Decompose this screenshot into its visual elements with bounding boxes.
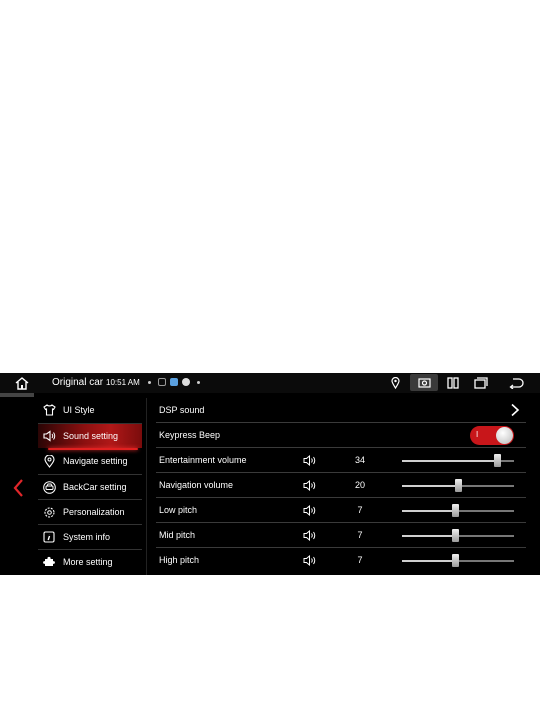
location-icon [391,377,400,389]
speaker-icon [303,555,316,566]
navigation-volume-row: Navigation volume 20 [150,473,526,498]
status-bar: Original car 10:51 AM [0,373,540,393]
dsp-sound-row[interactable]: DSP sound [150,398,526,423]
navigation-volume-slider[interactable] [402,479,514,492]
slider-label: High pitch [159,555,200,565]
menu-item-backcar-setting[interactable]: BackCar setting [38,475,142,499]
dsp-sound-label: DSP sound [159,405,205,415]
bluetooth-icon [182,378,190,386]
menu-label: Sound setting [63,431,119,441]
speaker-icon [42,429,56,443]
settings-menu: UI Style Sound setting Navigate setting … [38,398,142,575]
car-icon [42,480,56,494]
camera-icon [418,378,431,388]
recent-apps-icon[interactable] [474,377,488,389]
menu-label: Navigate setting [63,456,128,466]
slider-label: Navigation volume [159,480,234,490]
slider-label: Entertainment volume [159,455,247,465]
keypress-beep-row: Keypress Beep I [150,423,526,448]
app-icon [170,378,178,386]
home-icon[interactable] [14,376,30,390]
mid-pitch-row: Mid pitch 7 [150,523,526,548]
menu-item-system-info[interactable]: System info [38,525,142,549]
slider-label: Low pitch [159,505,198,515]
split-screen-icon[interactable] [447,377,459,389]
mid-pitch-slider[interactable] [402,529,514,542]
gear-icon [42,505,56,519]
slider-thumb[interactable] [451,529,459,542]
slider-label: Mid pitch [159,530,196,540]
slider-fill [402,510,455,512]
slider-fill [402,560,455,562]
slider-thumb[interactable] [455,479,462,492]
slider-fill [402,535,455,537]
chevron-right-icon[interactable] [510,403,520,417]
keypress-beep-label: Keypress Beep [159,430,221,440]
menu-item-navigate-setting[interactable]: Navigate setting [38,449,142,473]
location-pin-icon [42,454,56,468]
status-time: 10:51 AM [106,378,140,387]
slider-value: 7 [357,530,363,540]
menu-item-sound-setting[interactable]: Sound setting [38,424,142,450]
entertainment-volume-row: Entertainment volume 34 [150,448,526,473]
info-icon [42,530,56,544]
speaker-icon [303,455,316,466]
low-pitch-row: Low pitch 7 [150,498,526,523]
menu-label: UI Style [63,405,95,415]
slider-value: 20 [354,480,365,490]
menu-item-personalization[interactable]: Personalization [38,500,142,524]
toggle-knob [496,427,513,444]
speaker-icon [303,480,316,491]
menu-item-ui-style[interactable]: UI Style [38,398,142,422]
slider-thumb[interactable] [451,504,459,517]
slider-value: 7 [357,505,363,515]
menu-label: BackCar setting [63,482,127,492]
slider-fill [402,485,458,487]
keypress-beep-toggle[interactable]: I [470,426,514,445]
status-title: Original car [52,377,104,388]
slider-thumb[interactable] [451,554,459,567]
puzzle-icon [42,555,56,569]
speaker-icon [303,505,316,516]
screenshot-button[interactable] [410,374,438,391]
menu-item-more-setting[interactable]: More setting [38,550,142,574]
high-pitch-slider[interactable] [402,554,514,567]
slider-fill [402,460,498,462]
shirt-icon [42,403,56,417]
slider-value: 7 [357,555,363,565]
back-icon[interactable] [509,377,524,389]
back-arrow-icon[interactable] [12,477,26,499]
status-bar-shadow [0,393,34,397]
toggle-on-text: I [476,430,479,439]
menu-divider [146,398,147,575]
menu-label: Personalization [63,507,125,517]
dot-icon [148,381,151,384]
menu-label: More setting [63,557,113,567]
high-pitch-row: High pitch 7 [150,548,526,573]
dot-icon [197,381,200,384]
car-settings-screen: Original car 10:51 AM UI Style Sound set… [0,373,540,575]
notification-icon [158,378,166,386]
low-pitch-slider[interactable] [402,504,514,517]
slider-thumb[interactable] [494,454,502,467]
entertainment-volume-slider[interactable] [402,454,514,467]
menu-label: System info [63,532,111,542]
slider-value: 34 [354,455,365,465]
speaker-icon [303,530,316,541]
